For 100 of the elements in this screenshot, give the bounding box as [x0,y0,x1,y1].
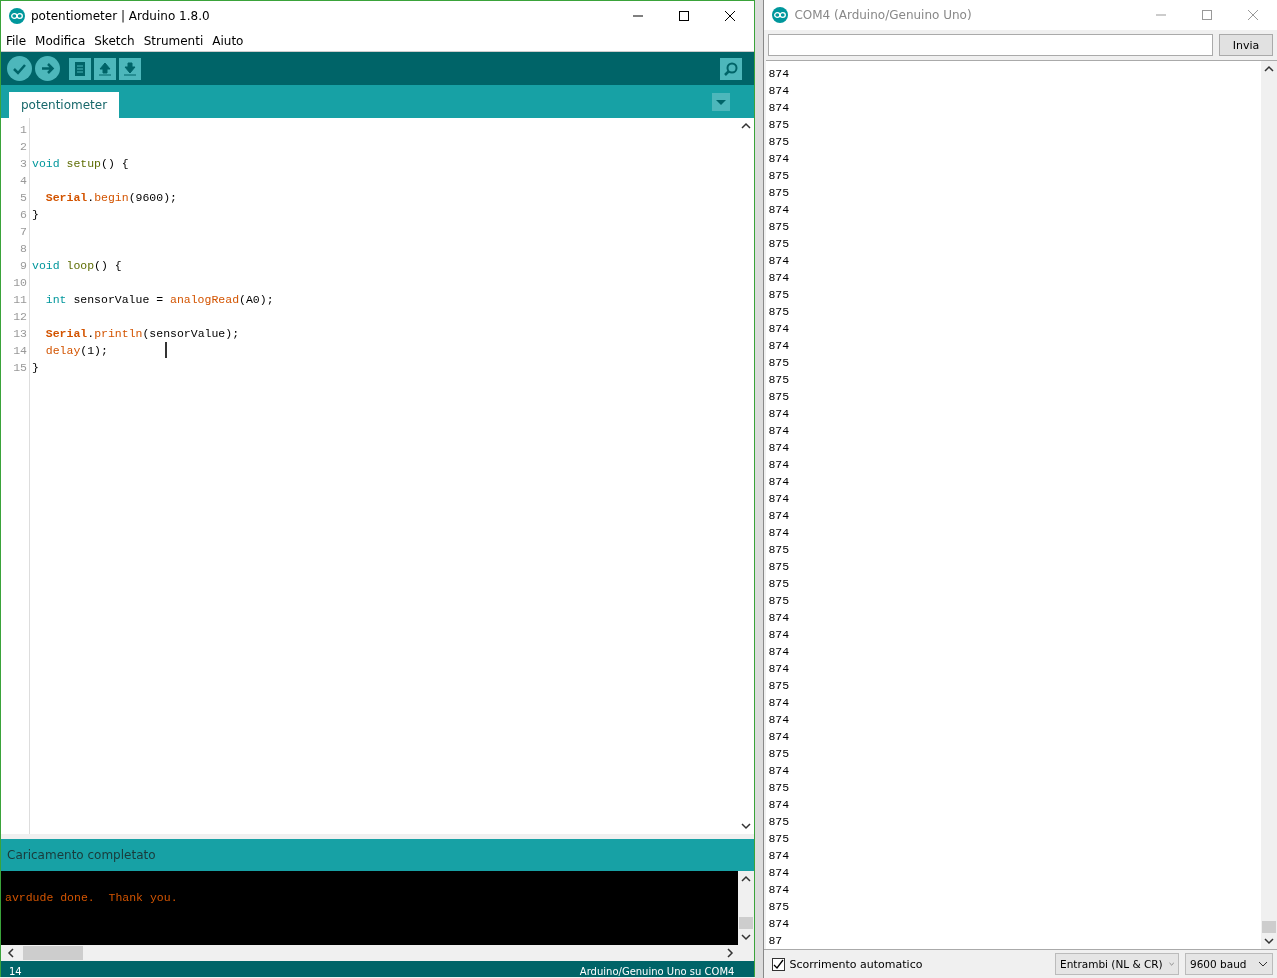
status-message: Caricamento completato [7,848,156,862]
serial-output-line: 874 [768,627,791,643]
serial-output-line: 874 [768,916,791,932]
send-input-field[interactable] [768,34,1213,56]
line-number: 15 [12,360,27,376]
maximize-icon[interactable] [678,10,691,22]
line-number: 4 [19,173,27,189]
serial-output-line: 875 [768,831,791,847]
serial-output-line: 874 [768,797,791,813]
serial-output-line: 874 [768,151,791,167]
serial-output-line: 874 [768,661,791,677]
serial-output-line: 874 [768,100,791,116]
serial-output-line: 874 [768,474,791,490]
serial-output-line: 875 [768,117,791,133]
console-scrollbar[interactable] [738,871,755,945]
text-cursor [165,342,167,358]
close-icon[interactable] [724,10,737,22]
serial-output-line: 874 [768,644,791,660]
code-line: } [32,208,39,221]
window-title: COM4 (Arduino/Genuino Uno) [794,8,972,22]
baud-rate-dropdown[interactable]: 9600 baud [1185,953,1273,975]
output-scrollbar[interactable] [1261,61,1277,949]
serial-output-line: 874 [768,882,791,898]
board-port-label: Arduino/Genuino Uno su COM4 [579,966,735,977]
line-number: 12 [12,309,27,325]
caret-icon[interactable] [1258,961,1268,967]
scroll-up-icon[interactable] [741,875,752,883]
serial-output-line: 875 [768,542,791,558]
serial-output-line: 875 [768,134,791,150]
menu-item[interactable]: Sketch [94,34,135,48]
scrollbar-thumb[interactable] [739,917,754,929]
scrollbar-thumb[interactable] [1262,921,1276,933]
new-file-icon[interactable] [69,57,91,80]
tab-menu-caret-icon[interactable] [712,92,731,111]
serial-output-line: 875 [768,304,791,320]
horizontal-scrollbar[interactable] [1,945,755,961]
sketch-tab[interactable]: potentiometer [9,92,120,118]
scroll-up-icon[interactable] [741,122,752,130]
serial-output-line: 874 [768,423,791,439]
serial-output-line: 875 [768,746,791,762]
serial-output-line: 874 [768,270,791,286]
serial-output-line: 875 [768,372,791,388]
line-number: 14 [12,343,27,359]
serial-output-line: 875 [768,287,791,303]
infinity-logo-icon [772,7,789,23]
autoscroll-checkbox[interactable] [772,957,786,971]
scroll-up-icon[interactable] [1264,65,1274,73]
serial-output-line: 875 [768,559,791,575]
serial-output-line: 875 [768,185,791,201]
serial-output-line: 874 [768,338,791,354]
serial-output-line: 875 [768,168,791,184]
scroll-left-icon[interactable] [7,948,15,958]
line-ending-dropdown[interactable]: Entrambi (NL & CR) [1055,953,1179,975]
serial-monitor-magnifier-icon[interactable] [720,57,743,80]
scrollbar-thumb[interactable] [23,946,83,960]
line-number: 8 [19,241,27,257]
scroll-right-icon[interactable] [726,948,735,958]
line-number: 2 [19,139,27,155]
code-line: delay(1); [44,344,108,357]
serial-output-line: 875 [768,678,791,694]
scroll-down-icon[interactable] [741,822,752,830]
verify-check-icon[interactable] [7,56,32,81]
line-number: 9 [19,258,27,274]
code-line: void setup() { [32,157,129,170]
serial-output-line: 875 [768,355,791,371]
line-number: 6 [19,207,27,223]
serial-output-line: 874 [768,406,791,422]
menu-item[interactable]: Strumenti [143,34,204,48]
serial-output-line: 875 [768,219,791,235]
line-number: 13 [12,326,27,342]
scroll-down-icon[interactable] [741,933,752,941]
serial-output-line: 874 [768,712,791,728]
menu-item[interactable]: Aiuto [212,34,244,48]
serial-output-line: 874 [768,66,791,82]
code-line: Serial.begin(9600); [44,191,177,204]
line-number: 3 [19,156,27,172]
serial-output-line: 874 [768,525,791,541]
menu-item[interactable]: File [6,34,27,48]
line-indicator: 14 [9,966,22,977]
serial-output-line: 874 [768,457,791,473]
serial-output-line: 874 [768,848,791,864]
serial-output-line: 874 [768,695,791,711]
serial-output-line: 874 [768,508,791,524]
serial-output-line: 875 [768,593,791,609]
serial-output-line: 875 [768,899,791,915]
scroll-down-icon[interactable] [1264,937,1274,945]
menu-item[interactable]: Modifica [35,34,86,48]
code-line: int sensorValue = analogRead(A0); [44,293,274,306]
line-number: 7 [19,224,27,240]
serial-output-line: 875 [768,389,791,405]
serial-output-line: 875 [768,576,791,592]
code-editor[interactable]: 1 2 3 4 5 6 7 8 9 10 11 12 13 14 15 void setup() { Serial.begin(9600); } void loop() { int sensorValue = analogRead(A0); Serial.println(sensorValue); delay(1); } [1,118,755,834]
send-button[interactable]: Invia [1219,34,1273,56]
serial-output-line: 875 [768,780,791,796]
serial-output-line: 874 [768,729,791,745]
line-number: 11 [12,292,27,308]
serial-output-line: 874 [768,202,791,218]
infinity-logo-icon [9,8,25,24]
code-line: Serial.println(sensorValue); [44,327,240,340]
serial-output-line: 875 [768,236,791,252]
